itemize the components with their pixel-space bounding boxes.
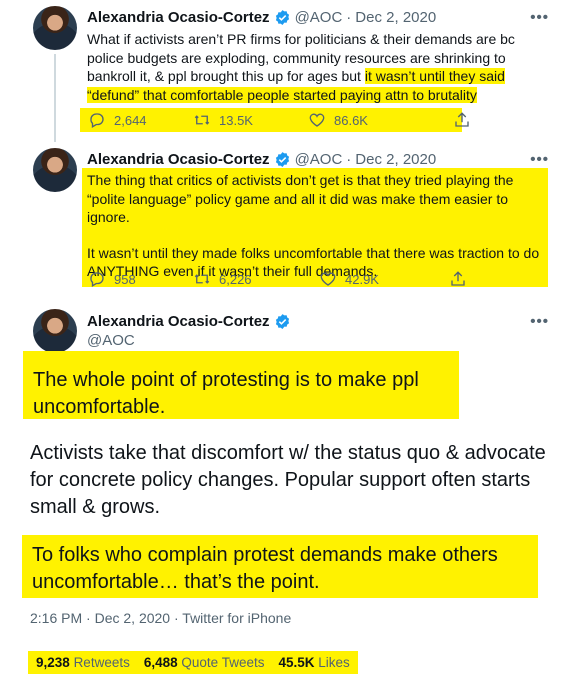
avatar[interactable]	[33, 6, 77, 50]
thread-line	[54, 54, 56, 142]
heart-icon	[309, 113, 325, 127]
retweet-icon	[194, 274, 210, 284]
tweet-date[interactable]: Dec 2, 2020	[95, 610, 171, 626]
tweet-timestamp: 2:16 PM · Dec 2, 2020 · Twitter for iPho…	[30, 610, 292, 626]
reply-count: 958	[114, 271, 136, 287]
reply-icon	[90, 272, 104, 287]
like-count: 86.6K	[334, 112, 368, 128]
avatar[interactable]	[33, 309, 77, 353]
tweet-source[interactable]: Twitter for iPhone	[182, 610, 291, 626]
reply-button[interactable]: 2,644	[88, 111, 193, 129]
retweet-count: 13.5K	[219, 112, 253, 128]
tweet-date[interactable]: Dec 2, 2020	[355, 9, 436, 26]
quote-tweets-stat[interactable]: 6,488 Quote Tweets	[144, 655, 265, 670]
verified-badge-icon	[275, 10, 289, 25]
tweet-1[interactable]: Alexandria Ocasio-Cortez @AOC · Dec 2, 2…	[0, 0, 579, 142]
separator: ·	[346, 151, 352, 168]
author-handle[interactable]: @AOC	[295, 151, 343, 168]
like-button[interactable]: 86.6K	[308, 111, 438, 129]
share-icon[interactable]	[449, 270, 467, 288]
tweet-paragraph-1: The whole point of protesting is to make…	[23, 351, 459, 419]
tweet-paragraph-3: To folks who complain protest demands ma…	[22, 535, 538, 598]
author-handle[interactable]: @AOC	[295, 9, 343, 26]
retweets-stat[interactable]: 9,238 Retweets	[36, 655, 130, 670]
tweet-text: The thing that critics of activists don’…	[82, 168, 548, 287]
retweet-count: 6,226	[219, 271, 252, 287]
verified-badge-icon	[275, 314, 289, 329]
separator: ·	[346, 9, 352, 26]
tweet-paragraph-2: Activists take that discomfort w/ the st…	[30, 442, 546, 518]
more-options-icon[interactable]: •••	[530, 9, 549, 26]
tweet-paragraph-1: The thing that critics of activists don’…	[87, 172, 514, 225]
share-icon[interactable]	[453, 111, 471, 129]
tweet-actions: 2,644 13.5K 86.6K	[80, 108, 462, 132]
like-count: 42.9K	[345, 271, 379, 287]
retweet-button[interactable]: 6,226	[193, 270, 319, 288]
like-button[interactable]: 42.9K	[319, 270, 449, 288]
author-name[interactable]: Alexandria Ocasio-Cortez	[87, 313, 270, 330]
tweet-date[interactable]: Dec 2, 2020	[355, 151, 436, 168]
tweet-actions: 958 6,226 42.9K	[88, 270, 467, 288]
tweet-text: What if activists aren’t PR firms for po…	[87, 30, 547, 104]
heart-icon	[320, 272, 336, 286]
tweet-2[interactable]: Alexandria Ocasio-Cortez @AOC · Dec 2, 2…	[0, 144, 579, 294]
reply-icon	[90, 113, 104, 128]
verified-badge-icon	[275, 152, 289, 167]
avatar[interactable]	[33, 148, 77, 192]
tweet-time[interactable]: 2:16 PM	[30, 610, 82, 626]
more-options-icon[interactable]: •••	[530, 151, 549, 168]
more-options-icon[interactable]: •••	[530, 313, 549, 330]
tweet-stats: 9,238 Retweets 6,488 Quote Tweets 45.5K …	[28, 651, 358, 674]
author-name[interactable]: Alexandria Ocasio-Cortez	[87, 151, 270, 168]
reply-count: 2,644	[114, 112, 147, 128]
author-name[interactable]: Alexandria Ocasio-Cortez	[87, 9, 270, 26]
retweet-icon	[194, 115, 210, 125]
retweet-button[interactable]: 13.5K	[193, 111, 308, 129]
reply-button[interactable]: 958	[88, 270, 193, 288]
likes-stat[interactable]: 45.5K Likes	[278, 655, 349, 670]
author-handle[interactable]: @AOC	[87, 332, 135, 349]
